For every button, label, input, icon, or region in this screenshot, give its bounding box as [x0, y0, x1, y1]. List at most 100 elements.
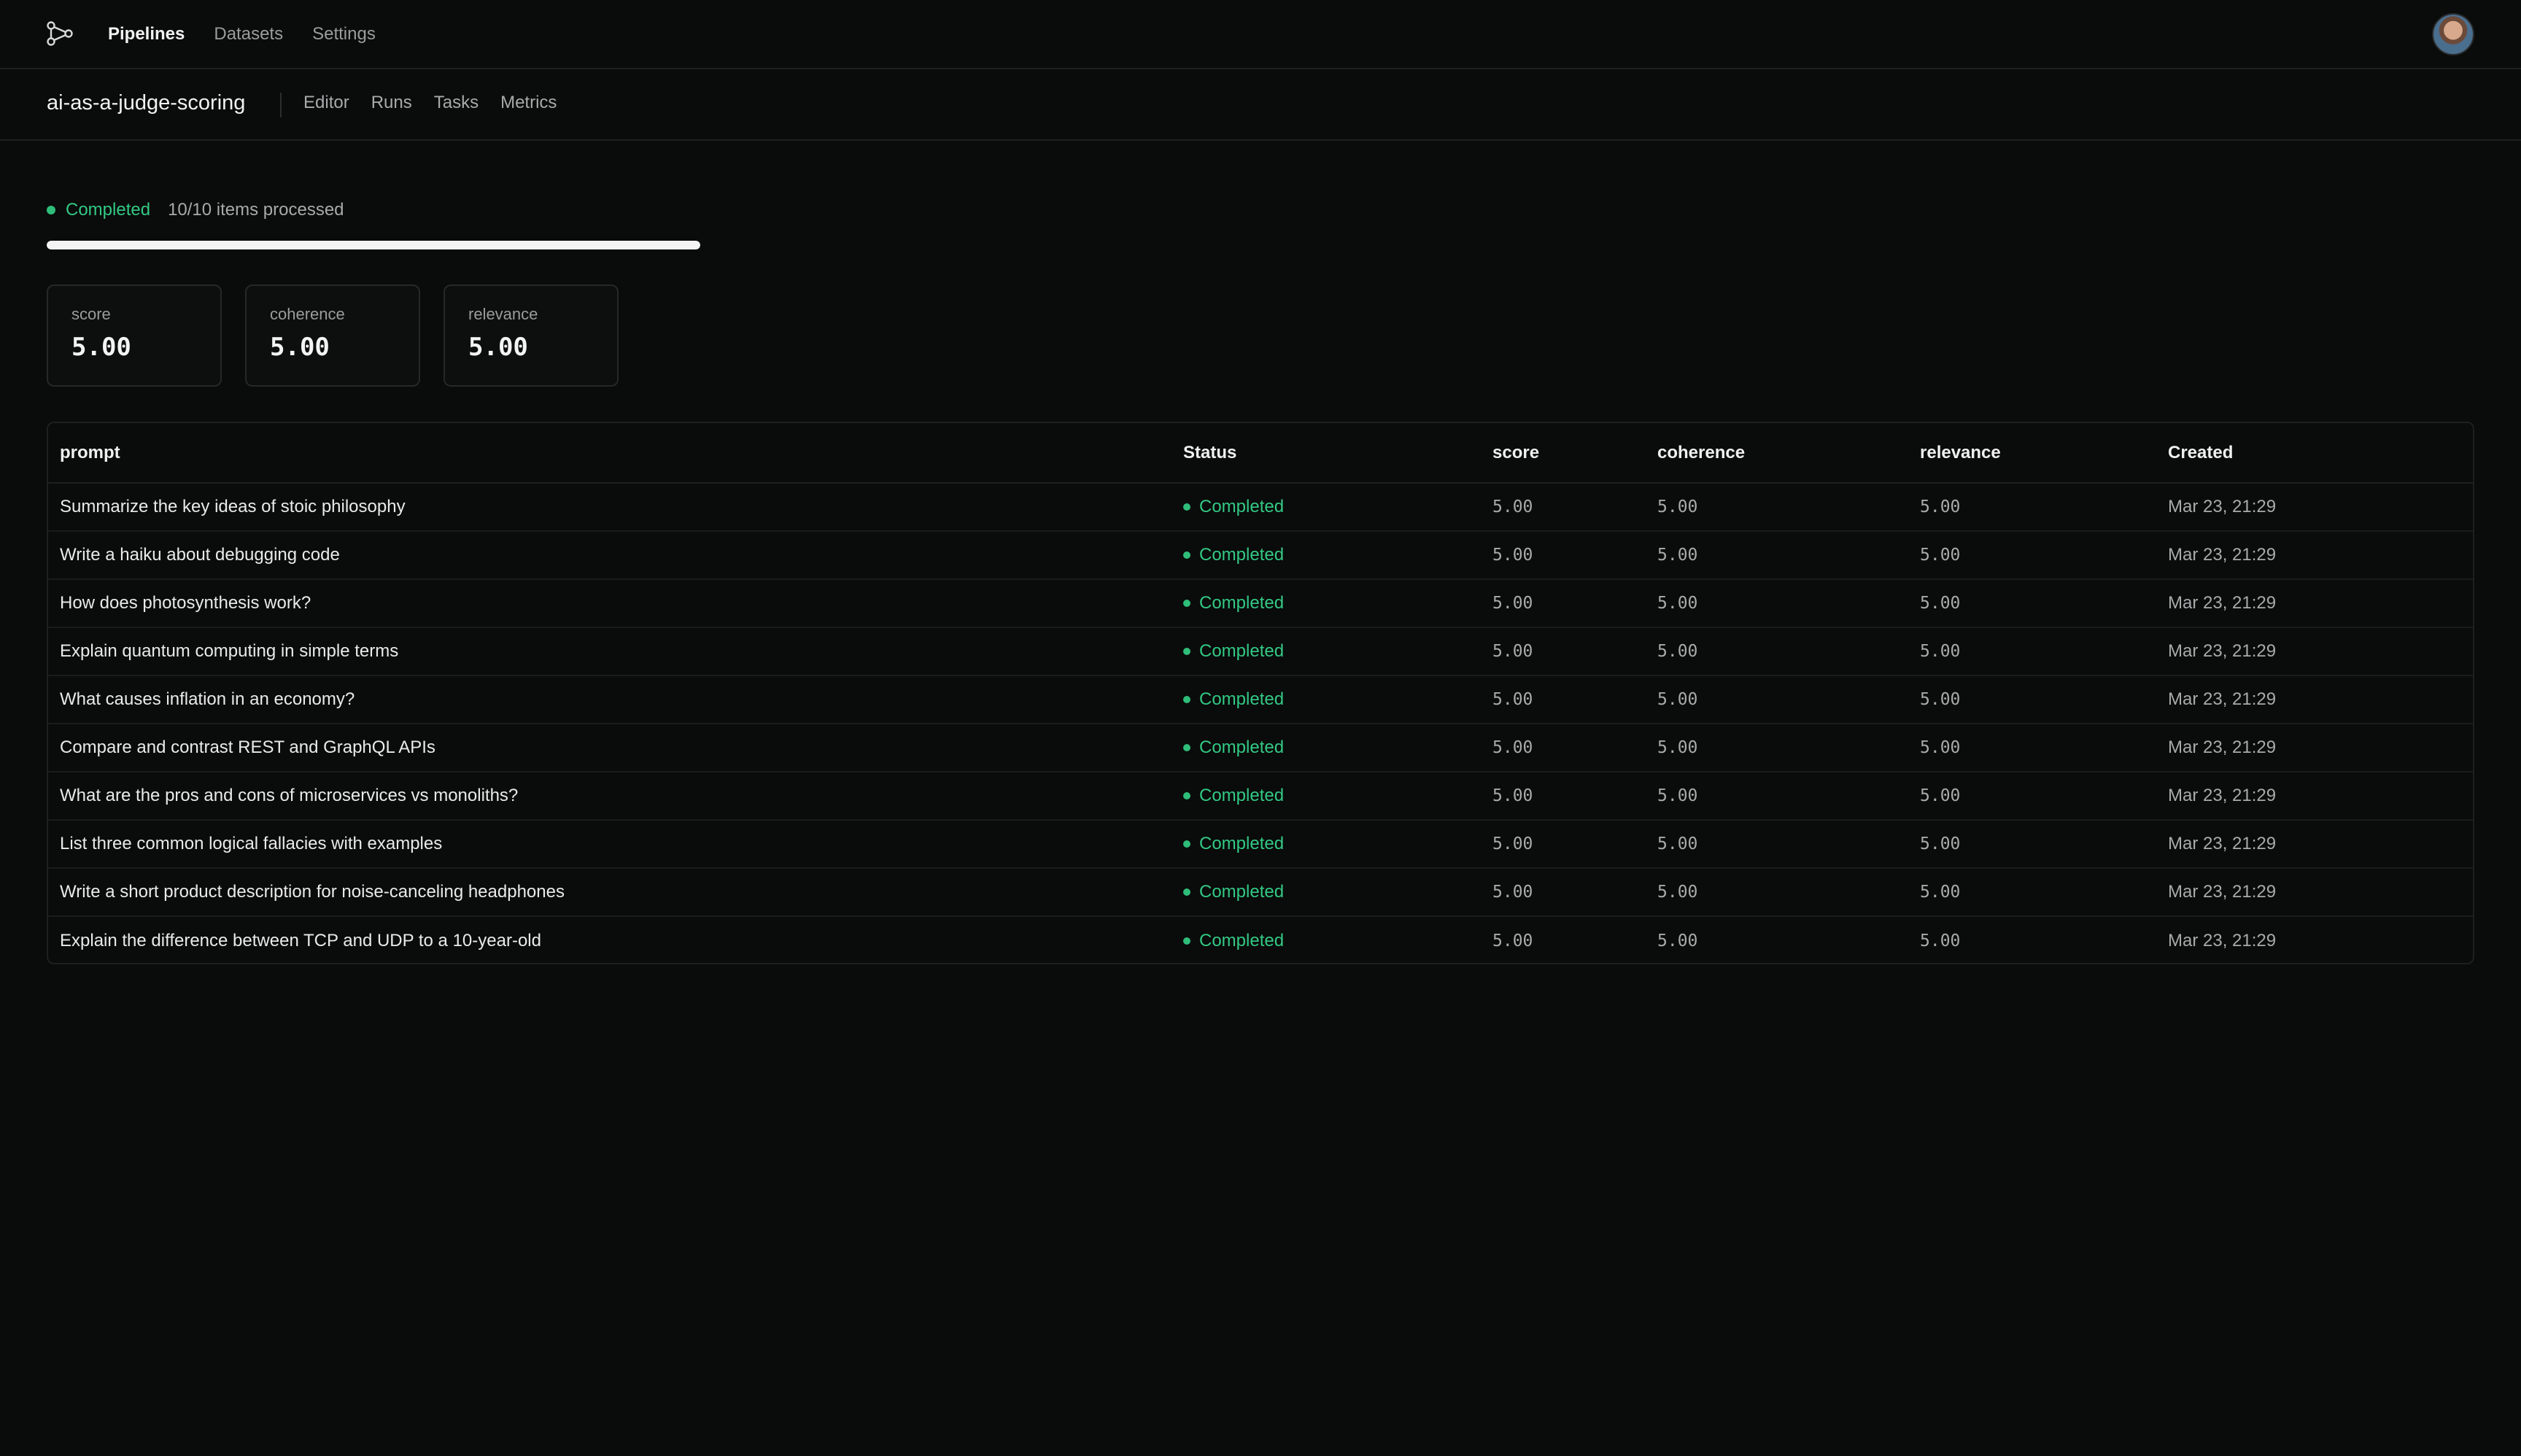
column-header-status[interactable]: Status [1183, 423, 1492, 484]
status-label: Completed [1199, 882, 1285, 902]
main-nav: Pipelines Datasets Settings [108, 0, 376, 68]
cell-score: 5.00 [1492, 724, 1657, 772]
cell-status: Completed [1183, 820, 1492, 869]
cell-prompt: Compare and contrast REST and GraphQL AP… [48, 724, 1183, 772]
status-label: Completed [1199, 930, 1285, 950]
user-avatar[interactable] [2432, 13, 2474, 55]
table-row[interactable]: Summarize the key ideas of stoic philoso… [48, 483, 2473, 532]
cell-relevance: 5.00 [1920, 724, 2168, 772]
status-label: Completed [1199, 545, 1285, 565]
status-badge: Completed [1183, 737, 1492, 758]
tab-editor[interactable]: Editor [303, 93, 349, 113]
table-row[interactable]: Write a short product description for no… [48, 868, 2473, 917]
cell-score: 5.00 [1492, 931, 1533, 950]
cell-prompt: Write a short product description for no… [48, 868, 1183, 917]
table-row[interactable]: How does photosynthesis work? Completed 5.… [48, 579, 2473, 628]
status-dot-icon [1183, 648, 1190, 655]
metric-value: 5.00 [71, 333, 131, 362]
metric-card-score: score 5.00 [47, 284, 222, 387]
cell-relevance: 5.00 [1920, 820, 2168, 869]
cell-relevance: 5.00 [1920, 579, 2168, 628]
cell-created: Mar 23, 21:29 [2168, 820, 2473, 869]
nav-item-settings[interactable]: Settings [312, 24, 376, 44]
table-row[interactable]: Compare and contrast REST and GraphQL AP… [48, 724, 2473, 772]
table-row[interactable]: What causes inflation in an economy? Comp… [48, 675, 2473, 724]
column-header-coherence[interactable]: coherence [1657, 423, 1920, 484]
table-row[interactable]: Explain the difference between TCP and U… [48, 916, 2473, 963]
metric-cards: score 5.00 coherence 5.00 relevance 5.00 [47, 284, 619, 387]
cell-created: Mar 23, 21:29 [2168, 675, 2473, 724]
progress-bar [47, 241, 700, 249]
cell-coherence: 5.00 [1657, 531, 1920, 580]
cell-relevance: 5.00 [1920, 675, 2168, 724]
status-badge: Completed [1183, 545, 1492, 565]
nav-item-datasets[interactable]: Datasets [214, 24, 283, 44]
cell-prompt: What are the pros and cons of microservi… [48, 772, 1183, 821]
status-badge: Completed [1183, 497, 1492, 517]
tab-runs[interactable]: Runs [371, 93, 412, 113]
cell-created: Mar 23, 21:29 [2168, 930, 2277, 950]
cell-created: Mar 23, 21:29 [2168, 483, 2473, 532]
status-dot-icon [1183, 744, 1190, 751]
cell-score: 5.00 [1492, 675, 1657, 724]
column-header-created[interactable]: Created [2168, 423, 2473, 484]
cell-status: Completed [1183, 916, 1492, 963]
cell-prompt: Write a haiku about debugging code [48, 531, 1183, 580]
status-badge: Completed [1183, 641, 1492, 662]
table-row[interactable]: List three common logical fallacies with… [48, 820, 2473, 869]
status-dot-icon [1183, 937, 1190, 945]
top-navigation: Pipelines Datasets Settings [0, 0, 2521, 69]
status-label: Completed [1199, 737, 1285, 757]
metric-value: 5.00 [270, 333, 330, 362]
cell-relevance: 5.00 [1920, 772, 2168, 821]
table-row[interactable]: What are the pros and cons of microservi… [48, 772, 2473, 821]
cell-status: Completed [1183, 868, 1492, 917]
cell-created: Mar 23, 21:29 [2168, 772, 2473, 821]
cell-coherence: 5.00 [1657, 675, 1920, 724]
run-status: Completed 10/10 items processed [47, 200, 344, 220]
pipeline-title: ai-as-a-judge-scoring [47, 91, 246, 115]
pipeline-header: ai-as-a-judge-scoring Editor Runs Tasks … [0, 69, 2521, 141]
column-header-score[interactable]: score [1492, 423, 1657, 484]
metric-label: coherence [270, 305, 345, 323]
cell-relevance: 5.00 [1920, 483, 2168, 532]
cell-status: Completed [1183, 483, 1492, 532]
header-divider [280, 93, 282, 117]
status-label: Completed [1199, 593, 1285, 613]
status-dot-icon [47, 206, 55, 214]
cell-prompt: Summarize the key ideas of stoic philoso… [48, 483, 1183, 532]
cell-status: Completed [1183, 724, 1492, 772]
cell-created: Mar 23, 21:29 [2168, 868, 2473, 917]
cell-created: Mar 23, 21:29 [2168, 579, 2473, 628]
cell-score: 5.00 [1492, 627, 1657, 676]
status-badge: Completed [1183, 689, 1492, 710]
cell-coherence: 5.00 [1657, 724, 1920, 772]
cell-coherence: 5.00 [1657, 627, 1920, 676]
cell-status: Completed [1183, 675, 1492, 724]
status-label: Completed [1199, 689, 1285, 709]
table-body: Summarize the key ideas of stoic philoso… [48, 483, 2473, 963]
status-badge: Completed [1183, 931, 1492, 951]
tab-tasks[interactable]: Tasks [434, 93, 479, 113]
cell-coherence: 5.00 [1657, 579, 1920, 628]
status-label: Completed [1199, 641, 1285, 661]
cell-coherence: 5.00 [1657, 820, 1920, 869]
table-row[interactable]: Write a haiku about debugging code Comple… [48, 531, 2473, 580]
nav-item-pipelines[interactable]: Pipelines [108, 24, 185, 44]
metric-card-coherence: coherence 5.00 [245, 284, 420, 387]
cell-created: Mar 23, 21:29 [2168, 627, 2473, 676]
cell-prompt: What causes inflation in an economy? [48, 675, 1183, 724]
cell-relevance: 5.00 [1920, 627, 2168, 676]
tab-metrics[interactable]: Metrics [500, 93, 557, 113]
status-badge: Completed [1183, 786, 1492, 806]
cell-status: Completed [1183, 772, 1492, 821]
metric-label: score [71, 305, 111, 323]
pipeline-logo-icon[interactable] [45, 19, 74, 48]
status-dot-icon [1183, 551, 1190, 559]
cell-prompt: Explain the difference between TCP and U… [60, 930, 541, 950]
column-header-prompt[interactable]: prompt [48, 423, 1183, 484]
cell-score: 5.00 [1492, 579, 1657, 628]
column-header-relevance[interactable]: relevance [1920, 423, 2168, 484]
table-row[interactable]: Explain quantum computing in simple term… [48, 627, 2473, 676]
cell-score: 5.00 [1492, 820, 1657, 869]
